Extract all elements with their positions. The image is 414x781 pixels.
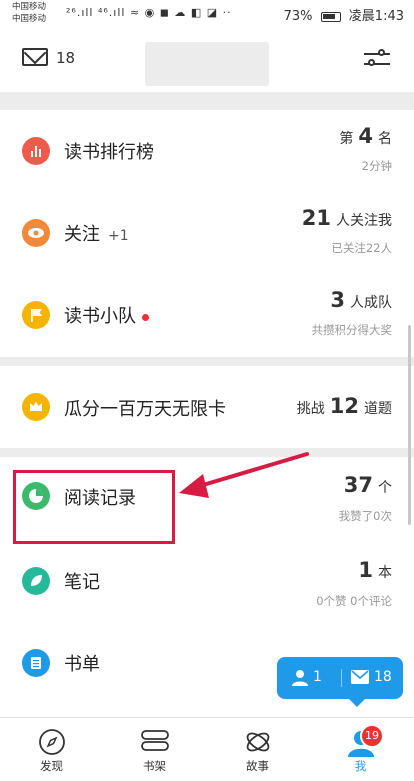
- status-bar: 中国移动 中国移动 ²⁶.ıll ⁴⁶.ıll ≈ ◉ ◼ ☁ ◧ ◪ ·· 7…: [0, 0, 414, 30]
- eye-icon: [22, 219, 50, 247]
- carrier-2: 中国移动: [12, 14, 47, 24]
- mail-count[interactable]: 18: [56, 49, 75, 67]
- highlight-box: [13, 470, 175, 544]
- blurred-user-name: [145, 42, 269, 86]
- status-right: 73% 凌晨1:43: [284, 5, 404, 24]
- tab-stories[interactable]: 故事: [206, 718, 309, 781]
- status-icons: ²⁶.ıll ⁴⁶.ıll ≈ ◉ ◼ ☁ ◧ ◪ ··: [66, 6, 232, 19]
- crown-icon: [22, 393, 50, 421]
- row-label: 书单: [64, 654, 100, 675]
- tab-label: 我: [354, 759, 367, 773]
- tab-bookshelf[interactable]: 书架: [103, 718, 206, 781]
- annotation-arrow-icon: [179, 452, 309, 498]
- team-sub: 共攒积分得大奖: [311, 323, 393, 337]
- clock: 凌晨1:43: [348, 9, 404, 24]
- row-reading-team[interactable]: 读书小队 3 人成队 共攒积分得大奖: [0, 274, 414, 356]
- separator: [341, 669, 342, 687]
- scrollbar[interactable]: [408, 325, 411, 525]
- carrier-1: 中国移动: [12, 2, 47, 12]
- stats-section: 读书排行榜 第4名 2分钟 关注+1 21人关注我 已关注22人 读书小队: [0, 110, 414, 357]
- records-value: 37 个: [343, 473, 392, 497]
- compass-icon: [38, 729, 65, 755]
- settings-sliders-icon[interactable]: [364, 48, 390, 70]
- notes-sub: 0个赞 0个评论: [316, 594, 392, 608]
- divider: [0, 92, 414, 110]
- row-reading-rank[interactable]: 读书排行榜 第4名 2分钟: [0, 110, 414, 192]
- mail-icon: [351, 670, 369, 684]
- team-value: 3 人成队: [330, 288, 392, 312]
- list-icon: [22, 649, 50, 677]
- person-icon: [292, 670, 308, 686]
- follow-value: 21 人关注我: [301, 206, 392, 230]
- row-infinite-card[interactable]: 瓜分一百万天无限卡 挑战 12 道题: [0, 366, 414, 448]
- row-label: 笔记: [64, 572, 100, 593]
- flag-icon: [22, 301, 50, 329]
- row-label: 读书小队: [64, 302, 149, 328]
- bar-chart-icon: [22, 137, 50, 165]
- profile-header: 18: [0, 30, 414, 92]
- mail-icon[interactable]: [22, 48, 48, 66]
- records-sub: 我赞了0次: [338, 509, 392, 523]
- battery-icon: [320, 11, 341, 22]
- red-dot-badge: [142, 313, 149, 321]
- row-notes[interactable]: 笔记 1本 0个赞 0个评论: [0, 539, 414, 621]
- rank-sub: 2分钟: [361, 159, 392, 173]
- follow-plus: +1: [108, 228, 129, 244]
- pill-mail-count: 18: [374, 669, 392, 685]
- row-label: 瓜分一百万天无限卡: [64, 399, 226, 420]
- leaf-icon: [22, 567, 50, 595]
- tab-label: 发现: [40, 759, 63, 773]
- card-value: 挑战 12 道题: [296, 394, 392, 418]
- tab-label: 故事: [246, 759, 269, 773]
- challenge-section: 瓜分一百万天无限卡 挑战 12 道题: [0, 366, 414, 448]
- bookshelf-icon: [140, 730, 169, 751]
- divider: [0, 357, 414, 366]
- notes-value: 1本: [358, 558, 392, 582]
- row-label: 读书排行榜: [64, 142, 154, 163]
- notification-badge: 19: [360, 724, 384, 748]
- row-label: 关注 +1: [64, 224, 129, 245]
- tab-me[interactable]: 我: [309, 718, 412, 781]
- tab-discover[interactable]: 发现: [0, 718, 103, 781]
- follow-sub: 已关注22人: [331, 241, 392, 255]
- people-count: 1: [313, 669, 322, 685]
- row-follow[interactable]: 关注 +1 21 人关注我 已关注22人: [0, 192, 414, 274]
- carrier-labels: 中国移动 中国移动: [12, 1, 46, 25]
- floating-actions[interactable]: 1 18: [277, 657, 403, 707]
- bottom-tab-bar: 发现 书架 故事 我: [0, 717, 414, 781]
- rank-value: 第4名: [339, 124, 392, 148]
- profile-page: 中国移动 中国移动 ²⁶.ıll ⁴⁶.ıll ≈ ◉ ◼ ☁ ◧ ◪ ·· 7…: [0, 0, 414, 781]
- battery-percent: 73%: [283, 9, 313, 24]
- tab-label: 书架: [143, 759, 166, 773]
- atom-icon: [246, 732, 269, 752]
